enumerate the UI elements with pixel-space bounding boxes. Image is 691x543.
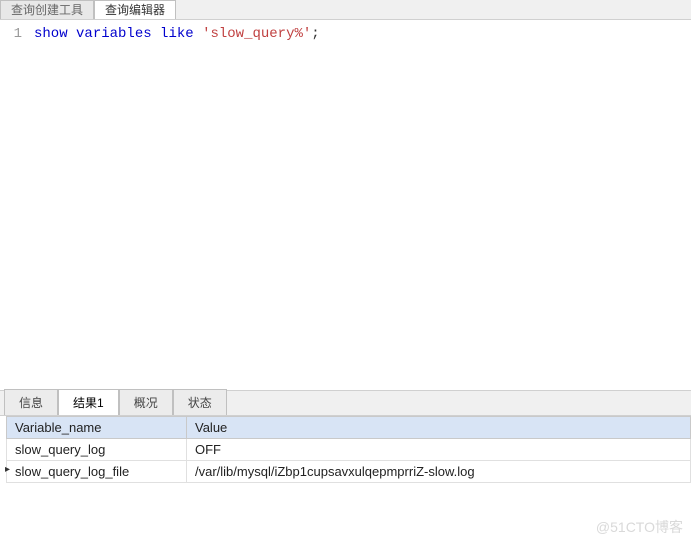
tab-profile[interactable]: 概况	[119, 389, 173, 415]
sql-keyword: show	[34, 26, 68, 42]
tab-query-editor[interactable]: 查询编辑器	[94, 0, 176, 19]
cell-variable-name[interactable]: slow_query_log	[7, 439, 187, 461]
sql-keyword: variables	[76, 26, 152, 42]
current-row-indicator-icon: ▸	[5, 464, 10, 475]
tab-query-builder[interactable]: 查询创建工具	[0, 0, 94, 19]
cell-text: slow_query_log_file	[15, 464, 129, 479]
editor-tab-bar: 查询创建工具 查询编辑器	[0, 0, 691, 20]
table-row[interactable]: ▸ slow_query_log_file /var/lib/mysql/iZbp…	[7, 461, 691, 483]
cell-value[interactable]: OFF	[187, 439, 691, 461]
watermark: @51CTO博客	[596, 517, 683, 537]
col-header-value[interactable]: Value	[187, 417, 691, 439]
result-grid-wrap: Variable_name Value slow_query_log OFF ▸…	[0, 416, 691, 483]
tab-result1[interactable]: 结果1	[58, 389, 119, 415]
sql-string: 'slow_query%'	[202, 26, 311, 42]
col-header-variable-name[interactable]: Variable_name	[7, 417, 187, 439]
line-gutter: 1	[0, 20, 30, 390]
sql-editor[interactable]: 1 show variables like 'slow_query%';	[0, 20, 691, 390]
result-grid[interactable]: Variable_name Value slow_query_log OFF ▸…	[6, 416, 691, 483]
cell-variable-name[interactable]: ▸ slow_query_log_file	[7, 461, 187, 483]
line-number: 1	[0, 26, 22, 42]
tab-status[interactable]: 状态	[173, 389, 227, 415]
code-area[interactable]: show variables like 'slow_query%';	[30, 20, 324, 390]
cell-value[interactable]: /var/lib/mysql/iZbp1cupsavxulqepmprriZ-s…	[187, 461, 691, 483]
result-tab-bar: 信息 结果1 概况 状态	[0, 390, 691, 416]
table-header-row: Variable_name Value	[7, 417, 691, 439]
tab-info[interactable]: 信息	[4, 389, 58, 415]
sql-keyword: like	[160, 26, 194, 42]
table-row[interactable]: slow_query_log OFF	[7, 439, 691, 461]
sql-punct: ;	[311, 26, 319, 42]
